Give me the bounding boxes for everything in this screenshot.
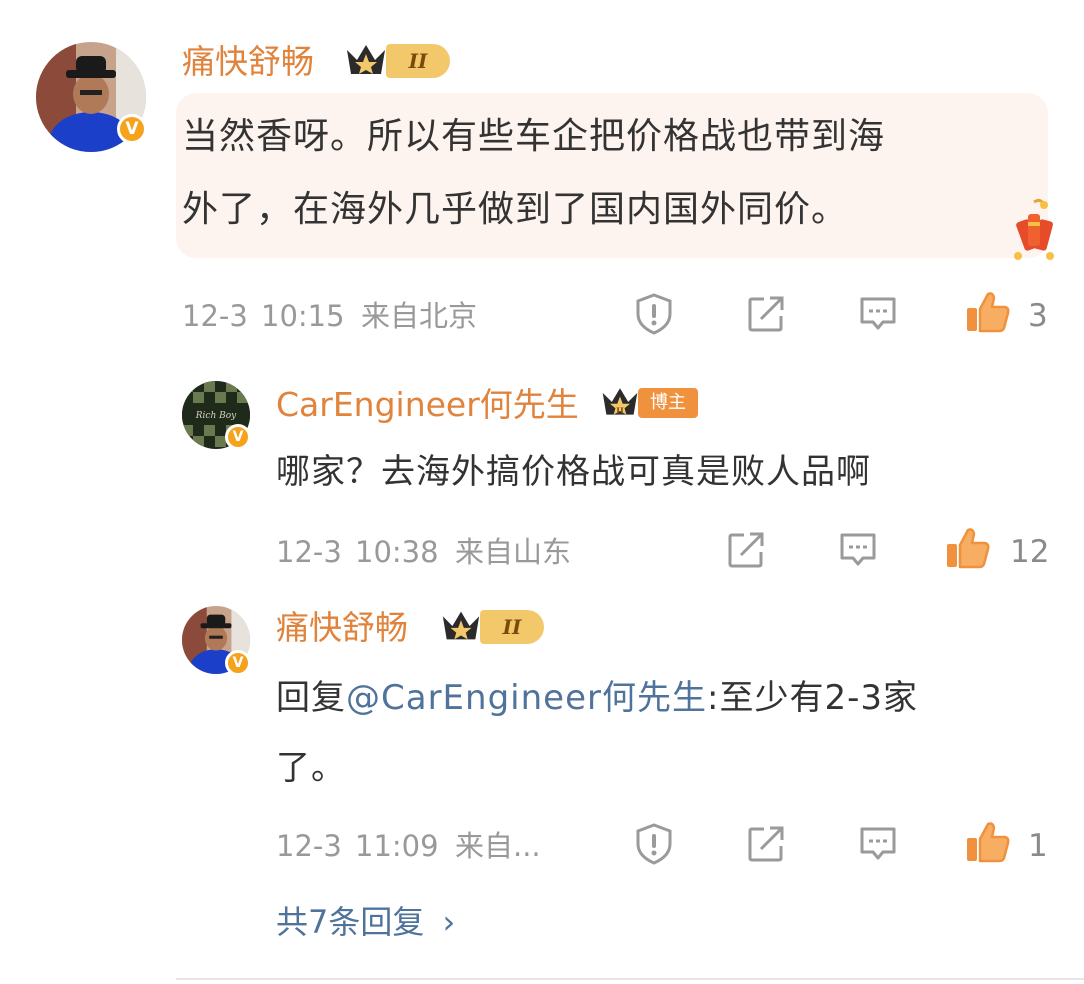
comment-icon[interactable]	[858, 824, 898, 864]
like-icon[interactable]	[944, 526, 992, 570]
report-icon[interactable]	[633, 292, 675, 336]
host-badge: 博主	[638, 388, 698, 418]
comment-date: 12-3	[182, 299, 248, 333]
comment-time: 10:15	[261, 299, 345, 333]
share-icon[interactable]	[746, 294, 786, 334]
like-icon[interactable]	[964, 290, 1012, 334]
reply-location: 来自...	[455, 829, 541, 863]
verified-badge: V	[225, 650, 251, 676]
more-replies-label: 共7条回复	[276, 903, 425, 941]
reply-time: 10:38	[355, 535, 439, 569]
reply-username[interactable]: CarEngineer何先生	[276, 385, 579, 425]
like-count: 12	[1010, 534, 1050, 570]
reply-content-line-2: 了。	[276, 748, 346, 788]
like-icon[interactable]	[964, 820, 1012, 864]
reply-content: 哪家？去海外搞价格战可真是败人品啊	[276, 452, 871, 492]
comment-icon[interactable]	[858, 294, 898, 334]
crown-icon: II	[602, 388, 638, 416]
comment-content-line-1: 当然香呀。所以有些车企把价格战也带到海	[182, 116, 886, 157]
share-icon[interactable]	[726, 530, 766, 570]
rank-badge: II	[480, 610, 544, 644]
comment-icon[interactable]	[838, 530, 878, 570]
report-icon[interactable]	[633, 822, 675, 866]
reply-username[interactable]: 痛快舒畅	[276, 608, 408, 648]
reply-date: 12-3	[276, 829, 342, 863]
comment-location: 来自北京	[361, 299, 478, 333]
like-count: 3	[1028, 298, 1048, 334]
divider	[176, 978, 1084, 980]
mention-link[interactable]: @CarEngineer何先生	[346, 678, 707, 718]
reply-content-line-1: 回复@CarEngineer何先生:至少有2-3家	[276, 674, 918, 722]
verified-badge: V	[225, 424, 251, 450]
crown-icon	[442, 611, 480, 640]
reply-time: 11:09	[355, 829, 439, 863]
comment-content-line-2: 外了，在海外几乎做到了国内国外同价。	[182, 189, 849, 230]
reply-prefix: 回复	[276, 678, 346, 718]
reply-date: 12-3	[276, 535, 342, 569]
svg-text:II: II	[616, 406, 624, 416]
comment-username[interactable]: 痛快舒畅	[182, 42, 314, 82]
crown-icon	[347, 45, 385, 74]
avatar-text: Rich Boy	[195, 411, 237, 421]
verified-badge: V	[117, 114, 147, 144]
share-icon[interactable]	[746, 824, 786, 864]
like-count: 1	[1028, 828, 1048, 864]
more-replies-link[interactable]: 共7条回复 ›	[276, 902, 455, 942]
reply-location: 来自山东	[455, 535, 572, 569]
chevron-right-icon: ›	[442, 903, 456, 941]
firecracker-icon	[1014, 198, 1054, 260]
rank-badge: II	[386, 44, 450, 78]
reply-text: :至少有2-3家	[706, 678, 918, 718]
